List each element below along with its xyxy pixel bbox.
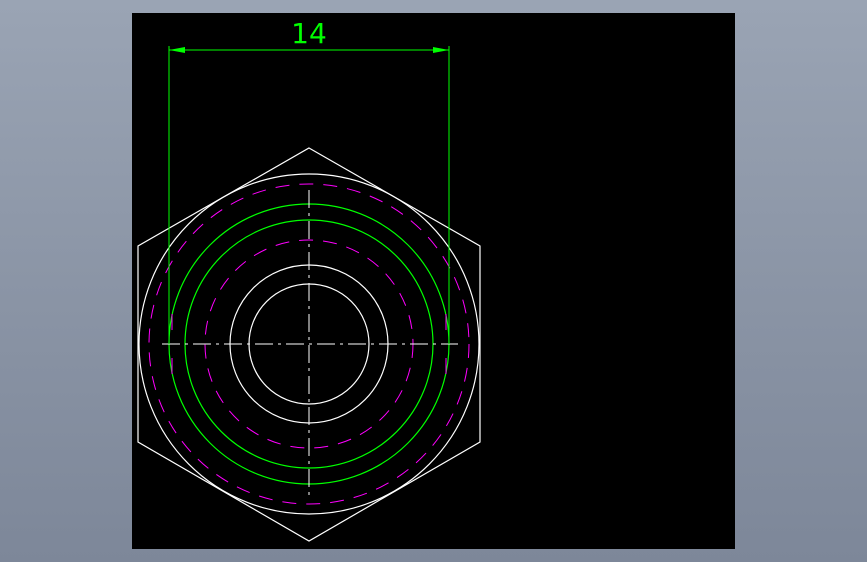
cad-drawing: 14 [137,17,481,542]
dimension-value: 14 [291,17,327,50]
dimension-arrow-right [433,47,449,53]
dimension-arrow-left [169,47,185,53]
